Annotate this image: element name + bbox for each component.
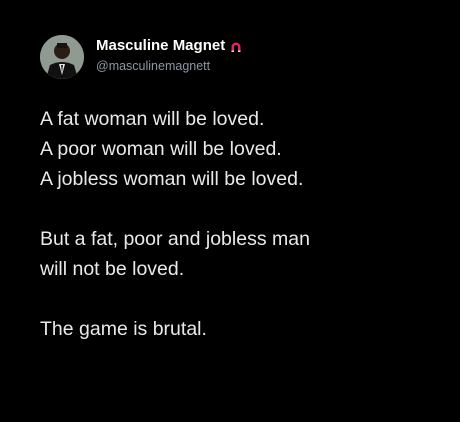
post-line: will not be loved. [40, 258, 185, 280]
author-name-text[interactable]: Masculine Magnet [96, 37, 225, 54]
author-handle[interactable]: @masculinemagnett [96, 59, 210, 73]
avatar[interactable] [40, 35, 84, 79]
post-body: A fat woman will be loved. A poor woman … [40, 104, 440, 344]
post-line: A poor woman will be loved. [40, 138, 282, 160]
post-line: But a fat, poor and jobless man [40, 228, 310, 250]
post-line: A jobless woman will be loved. [40, 168, 304, 190]
post-line: The game is brutal. [40, 318, 207, 340]
post-line: A fat woman will be loved. [40, 108, 265, 130]
author-name[interactable]: Masculine Magnet [96, 37, 242, 54]
magnet-icon [230, 40, 242, 52]
suited-man-avatar-icon [40, 35, 84, 79]
post-card: Masculine Magnet @masculinemagnett A fat… [0, 0, 460, 422]
